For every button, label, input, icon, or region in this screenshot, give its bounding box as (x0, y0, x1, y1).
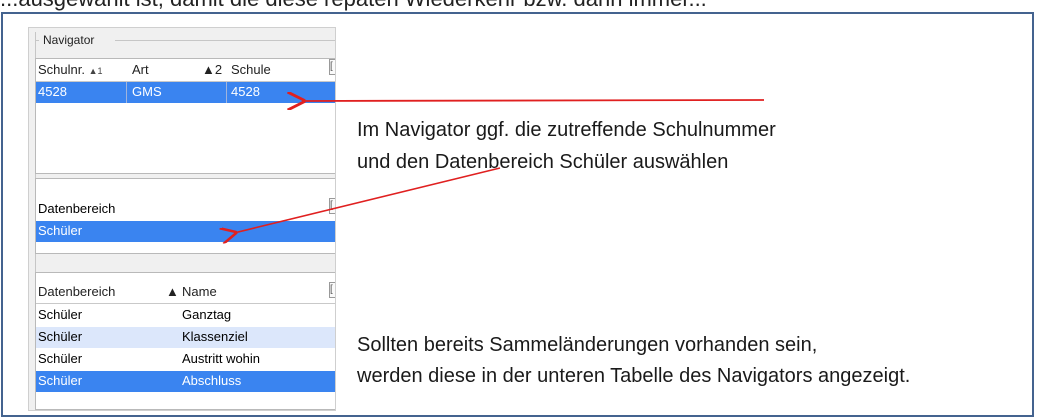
annotation-upper-line2: und den Datenbereich Schüler auswählen (357, 151, 729, 173)
annotation-upper-line1: Im Navigator ggf. die zutreffende Schuln… (357, 119, 776, 141)
arrow-to-datenbereich (234, 167, 501, 233)
annotation-lower-line1: Sollten bereits Sammeländerungen vorhand… (357, 334, 818, 356)
arrow-to-schulnummer (302, 100, 765, 101)
annotation-lower-line2: werden diese in der unteren Tabelle des … (357, 365, 911, 387)
